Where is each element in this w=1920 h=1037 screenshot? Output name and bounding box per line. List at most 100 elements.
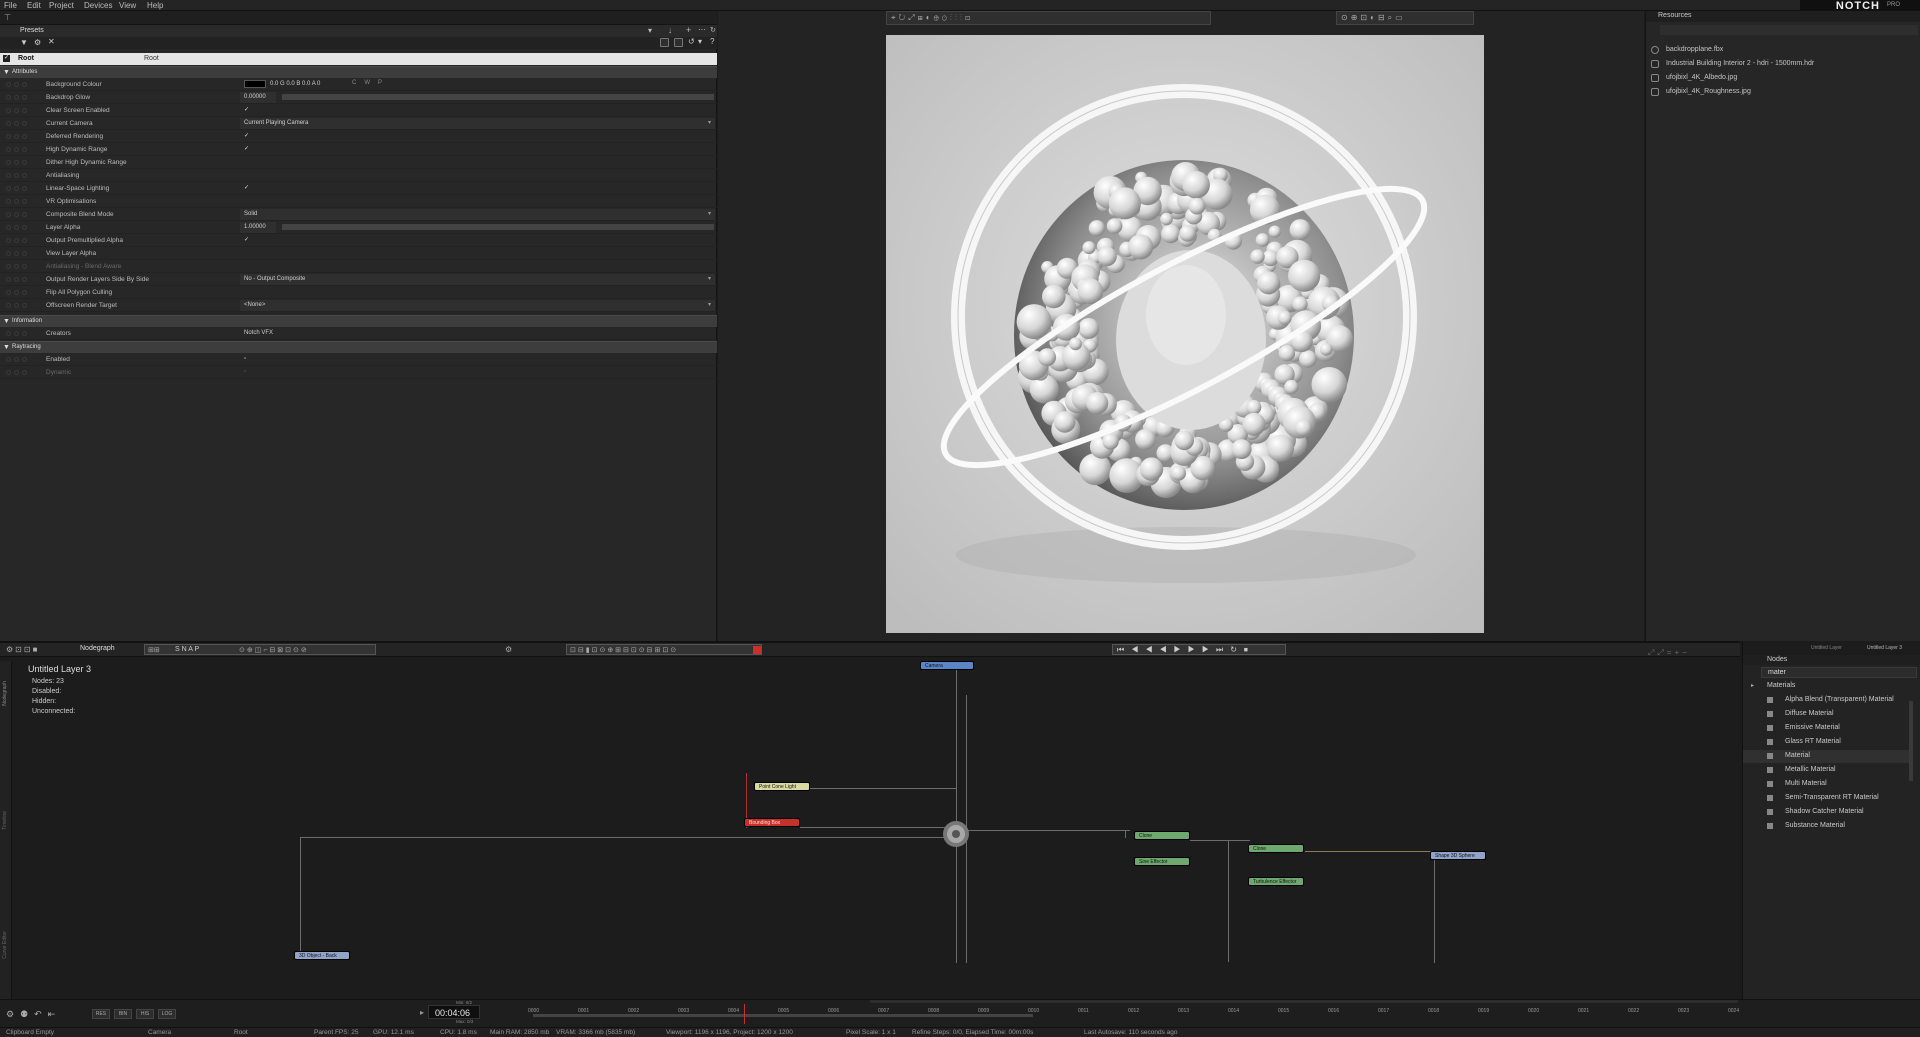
grid-icon[interactable]: ⊞⊞ (148, 646, 160, 654)
node-clone[interactable]: Clone (1248, 844, 1304, 853)
root-node[interactable] (940, 818, 972, 850)
attribute-row[interactable]: Current Camera ▾ Current Playing Camera (0, 117, 717, 130)
attribute-row[interactable]: Dither High Dynamic Range (0, 156, 717, 169)
dropdown[interactable] (240, 209, 715, 220)
nodes-search-input[interactable]: mater (1761, 667, 1917, 678)
attribute-checkbox[interactable]: ✓ (244, 237, 250, 243)
playback-controls-icon[interactable]: ⏮◀◀◀▶▶▶⏭↻⏹ (1117, 645, 1255, 655)
button-bin[interactable]: BIN (114, 1009, 132, 1019)
category-materials[interactable]: Materials (1767, 682, 1795, 689)
material-item[interactable]: Substance Material (1785, 822, 1845, 829)
tab-untitled-layer[interactable]: Untitled Layer (1811, 645, 1842, 651)
timecode-display[interactable]: 00:04:06 (428, 1005, 480, 1019)
dropdown[interactable] (240, 300, 715, 311)
root-header[interactable]: ✓ Root Root (0, 53, 717, 65)
chevron-down-icon[interactable]: ▾ (648, 26, 652, 35)
align-tools-icon[interactable]: ⊙⊕◫⌐⊟⊠⊡⊙⊘ (239, 646, 309, 654)
information-section[interactable]: ▼ Information (0, 315, 717, 327)
nodegraph-panel[interactable]: ⚙⊡⊡■ Nodegraph ⊞⊞ S N A P ⊙⊕◫⌐⊟⊠⊡⊙⊘ ⚙ ⊡⊟… (0, 641, 1740, 1001)
view-tools-icon[interactable]: ⊙⊕⊡◐⊟⌕▭ (1341, 13, 1406, 23)
attribute-checkbox[interactable] (244, 250, 250, 256)
refresh-icon[interactable]: ↻ (710, 26, 716, 34)
node-turbulence-effector[interactable]: Turbulence Effector (1248, 877, 1304, 886)
chevron-down-icon[interactable]: ▾ (708, 301, 711, 308)
attribute-row[interactable]: Output Premultiplied Alpha ✓ (0, 234, 717, 247)
attribute-row[interactable]: Dynamic ▫ (0, 366, 717, 379)
attribute-row[interactable]: Antialiasing - Blend Aware (0, 260, 717, 273)
panel-options-icon[interactable]: ⚙⊡⊡■ (6, 645, 39, 654)
attribute-row[interactable]: Antialiasing (0, 169, 717, 182)
root-checkbox[interactable]: ✓ (3, 55, 10, 62)
download-icon[interactable]: ↓ (668, 26, 672, 35)
node-point-cone-light[interactable]: Point Cone Light (754, 782, 810, 791)
attribute-row[interactable]: Output Render Layers Side By Side ▾ No - O… (0, 273, 717, 286)
add-icon[interactable]: + (686, 25, 691, 35)
node-sine-effector[interactable]: Sine Effector (1134, 857, 1190, 866)
color-mode-icon[interactable]: CWP (352, 80, 390, 86)
record-icon[interactable] (753, 646, 761, 654)
chevron-down-icon[interactable]: ▾ (708, 275, 711, 282)
transform-tools-icon[interactable]: ⌖↻⤢⊞◐⊕⊙⋮⋮⋮⊡ (891, 13, 973, 23)
resource-item[interactable]: Industrial Building Interior 2 - hdri - … (1666, 60, 1814, 67)
attribute-checkbox[interactable]: ▫ (244, 369, 250, 375)
resource-item[interactable]: ufojbixl_4K_Roughness.jpg (1666, 88, 1751, 95)
timeline-range[interactable] (533, 1014, 1033, 1017)
expand-icon[interactable]: ▾ (698, 37, 702, 46)
button-res[interactable]: RES (92, 1009, 110, 1019)
material-item[interactable]: Multi Material (1785, 780, 1827, 787)
node-clone[interactable]: Clone (1134, 831, 1190, 840)
snap-label[interactable]: S N A P (175, 646, 199, 653)
attribute-row[interactable]: Background Colour 0.0 G 0.0 B 0.0 A 0 CWP (0, 78, 717, 91)
attribute-row[interactable]: VR Optimisations (0, 195, 717, 208)
settings-icon[interactable]: ⚙ (34, 38, 41, 47)
attribute-checkbox[interactable] (244, 289, 250, 295)
attributes-section[interactable]: ▼ Attributes (0, 66, 717, 78)
attribute-row[interactable]: Deferred Rendering ✓ (0, 130, 717, 143)
attribute-checkbox[interactable]: ✓ (244, 185, 250, 191)
resource-item[interactable]: backdropplane.fbx (1666, 46, 1723, 53)
attribute-checkbox[interactable] (244, 172, 250, 178)
attribute-checkbox[interactable]: ✓ (244, 146, 250, 152)
attribute-value[interactable]: 0.00000 (244, 94, 266, 100)
button-his[interactable]: HIS (136, 1009, 154, 1019)
attribute-row[interactable]: High Dynamic Range ✓ (0, 143, 717, 156)
tab-nodes[interactable]: Nodes (1767, 656, 1787, 663)
filter-icon[interactable]: ▼ (20, 38, 28, 47)
attribute-row[interactable]: View Layer Alpha (0, 247, 717, 260)
menu-file[interactable]: File (4, 1, 17, 10)
help-icon[interactable]: ? (710, 37, 714, 46)
attribute-checkbox[interactable]: ✓ (244, 107, 250, 113)
attribute-row[interactable]: Clear Screen Enabled ✓ (0, 104, 717, 117)
resources-search-input[interactable] (1660, 25, 1918, 35)
menu-project[interactable]: Project (49, 1, 74, 10)
material-item[interactable]: Emissive Material (1785, 724, 1840, 731)
attribute-checkbox[interactable] (244, 263, 250, 269)
resources-tab[interactable]: Resources (1658, 12, 1691, 19)
resource-item[interactable]: ufojbixl_4K_Albedo.jpg (1666, 74, 1737, 81)
attribute-checkbox[interactable]: ▫ (244, 356, 250, 362)
attribute-value[interactable]: Current Playing Camera (244, 120, 308, 126)
attribute-checkbox[interactable]: ✓ (244, 133, 250, 139)
attribute-row[interactable]: Enabled ▫ (0, 353, 717, 366)
attribute-value[interactable]: No - Output Composite (244, 276, 305, 282)
attribute-row[interactable]: Flip All Polygon Culling (0, 286, 717, 299)
side-tab-nodegraph[interactable]: Nodegraph (2, 681, 8, 706)
more-icon[interactable]: ⋯ (698, 25, 706, 34)
material-item[interactable]: Metallic Material (1785, 766, 1836, 773)
menu-view[interactable]: View (119, 1, 136, 10)
node-3d-object[interactable]: 3D Object - Back (294, 951, 350, 960)
attribute-checkbox[interactable] (244, 198, 250, 204)
attribute-row[interactable]: Layer Alpha 1.00000 (0, 221, 717, 234)
attribute-row[interactable]: Linear-Space Lighting ✓ (0, 182, 717, 195)
timecode-arrow-icon[interactable]: ▸ (420, 1008, 424, 1017)
attribute-value[interactable]: 0.0 G 0.0 B 0.0 A 0 (270, 81, 320, 87)
node-shape-3d-sphere[interactable]: Shape 3D Sphere (1430, 851, 1486, 860)
material-item[interactable]: Alpha Blend (Transparent) Material (1785, 696, 1894, 703)
menu-devices[interactable]: Devices (84, 1, 112, 10)
zoom-controls-icon[interactable]: ⤢⤢=+− (1648, 648, 1690, 658)
material-item[interactable]: Semi-Transparent RT Material (1785, 794, 1879, 801)
attribute-row[interactable]: Backdrop Glow 0.00000 (0, 91, 717, 104)
layer-tools-icon[interactable]: ⊡⊟▮⊡⊙⊕⊞⊟⊡⊙⊟⊞⊡⊙ (570, 646, 678, 654)
node-camera[interactable]: Camera (920, 661, 974, 670)
attribute-value[interactable]: Notch VFX (244, 330, 273, 336)
